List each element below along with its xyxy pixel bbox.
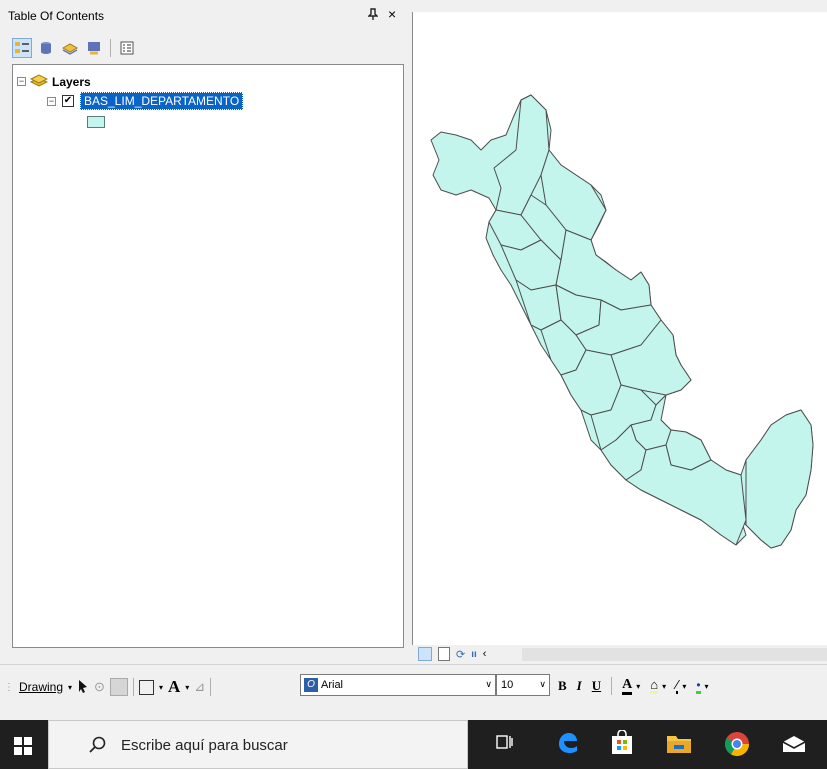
map-polygons [430, 94, 814, 549]
underline-button[interactable]: U [592, 678, 601, 694]
layout-view-icon[interactable] [438, 647, 450, 661]
collapse-icon[interactable]: − [47, 96, 56, 106]
toolbar-separator [110, 39, 111, 57]
horizontal-scrollbar[interactable] [522, 648, 827, 661]
scroll-left-icon[interactable]: ‹ [483, 648, 487, 660]
text-color-button[interactable]: A [622, 677, 633, 695]
drawing-menu-button[interactable]: Drawing [19, 680, 63, 694]
dropdown-arrow-icon[interactable]: ▾ [682, 682, 686, 691]
list-by-selection-icon[interactable] [84, 38, 104, 58]
rectangle-icon[interactable] [138, 679, 154, 695]
dropdown-arrow-icon[interactable]: ▾ [68, 683, 72, 692]
taskbar-search-box[interactable]: Escribe aquí para buscar [48, 720, 468, 769]
list-by-drawing-order-icon[interactable] [12, 38, 32, 58]
layer-name[interactable]: BAS_LIM_DEPARTAMENTO [80, 92, 244, 110]
search-placeholder: Escribe aquí para buscar [121, 737, 288, 754]
toc-toolbar [12, 36, 137, 60]
toolbar-grip: ⋮ [4, 681, 14, 693]
toolbar-separator [210, 678, 212, 696]
dropdown-arrow-icon[interactable]: ▾ [185, 683, 189, 692]
edit-vertices-icon[interactable]: ⊿ [194, 679, 205, 695]
map-view[interactable] [412, 12, 827, 645]
close-icon[interactable]: × [388, 6, 396, 22]
dropdown-arrow-icon[interactable]: ▾ [662, 682, 666, 691]
table-of-contents-panel: Table Of Contents × − Layers − ✔ BAS_LIM… [0, 0, 412, 648]
list-by-visibility-icon[interactable] [60, 38, 80, 58]
chrome-browser-icon[interactable] [724, 731, 750, 760]
options-icon[interactable] [117, 38, 137, 58]
line-color-icon[interactable]: ∕ [676, 678, 679, 694]
drawing-toolbar: ⋮ Drawing ▾ ⊙ ▾ A ▾ ⊿ O Arial ∨ 10 ∨ B I… [0, 664, 827, 705]
pin-icon[interactable] [367, 8, 379, 23]
layer-visibility-checkbox[interactable]: ✔ [62, 95, 74, 107]
mail-icon[interactable] [782, 734, 806, 757]
text-tool-icon[interactable]: A [168, 677, 180, 697]
text-format-buttons: B I U A ▾ ⌂ ▾ ∕ ▾ • ▾ [558, 675, 709, 697]
toolbar-separator [611, 677, 613, 695]
font-size-select[interactable]: 10 ∨ [496, 674, 550, 696]
dropdown-arrow-icon[interactable]: ▾ [636, 682, 640, 691]
task-view-icon[interactable] [496, 733, 514, 756]
data-view-icon[interactable] [418, 647, 432, 661]
dropdown-arrow-icon[interactable]: ▾ [159, 683, 163, 692]
rotate-icon[interactable]: ⊙ [94, 679, 105, 695]
marker-color-icon[interactable]: • [696, 679, 701, 694]
region-east [745, 409, 814, 549]
zoom-to-selected-icon[interactable] [109, 678, 128, 696]
toolbar-separator [132, 678, 134, 696]
chevron-down-icon[interactable]: ∨ [485, 679, 492, 690]
font-name-value: Arial [321, 679, 344, 691]
select-elements-icon[interactable] [77, 679, 89, 696]
microsoft-store-icon[interactable] [610, 729, 634, 759]
font-size-value: 10 [501, 679, 514, 691]
tree-node-layers[interactable]: − Layers [17, 73, 91, 90]
layers-icon [29, 73, 49, 90]
refresh-icon[interactable]: ⟳ [456, 648, 465, 661]
search-icon [89, 736, 107, 757]
file-explorer-icon[interactable] [666, 732, 692, 757]
chevron-down-icon[interactable]: ∨ [539, 679, 546, 690]
list-by-source-icon[interactable] [36, 38, 56, 58]
toc-title: Table Of Contents [8, 9, 105, 23]
font-type-icon: O [304, 678, 318, 692]
bold-button[interactable]: B [558, 678, 567, 694]
pause-icon[interactable]: ıı [471, 649, 477, 660]
windows-start-icon[interactable] [14, 737, 32, 758]
toc-tree: − Layers − ✔ BAS_LIM_DEPARTAMENTO [12, 64, 404, 648]
tree-node-layer[interactable]: − ✔ BAS_LIM_DEPARTAMENTO [47, 92, 244, 110]
fill-color-icon[interactable]: ⌂ [650, 678, 659, 694]
italic-button[interactable]: I [577, 678, 582, 694]
font-name-select[interactable]: O Arial ∨ [300, 674, 496, 696]
layers-label: Layers [52, 74, 91, 89]
collapse-icon[interactable]: − [17, 77, 26, 86]
view-buttons: ⟳ ıı ‹ [418, 647, 486, 661]
layer-legend-swatch[interactable] [87, 116, 105, 128]
edge-browser-icon[interactable] [555, 730, 579, 759]
drawing-toolbar-left: ⋮ Drawing ▾ ⊙ ▾ A ▾ ⊿ [4, 675, 212, 699]
dropdown-arrow-icon[interactable]: ▾ [705, 682, 709, 691]
